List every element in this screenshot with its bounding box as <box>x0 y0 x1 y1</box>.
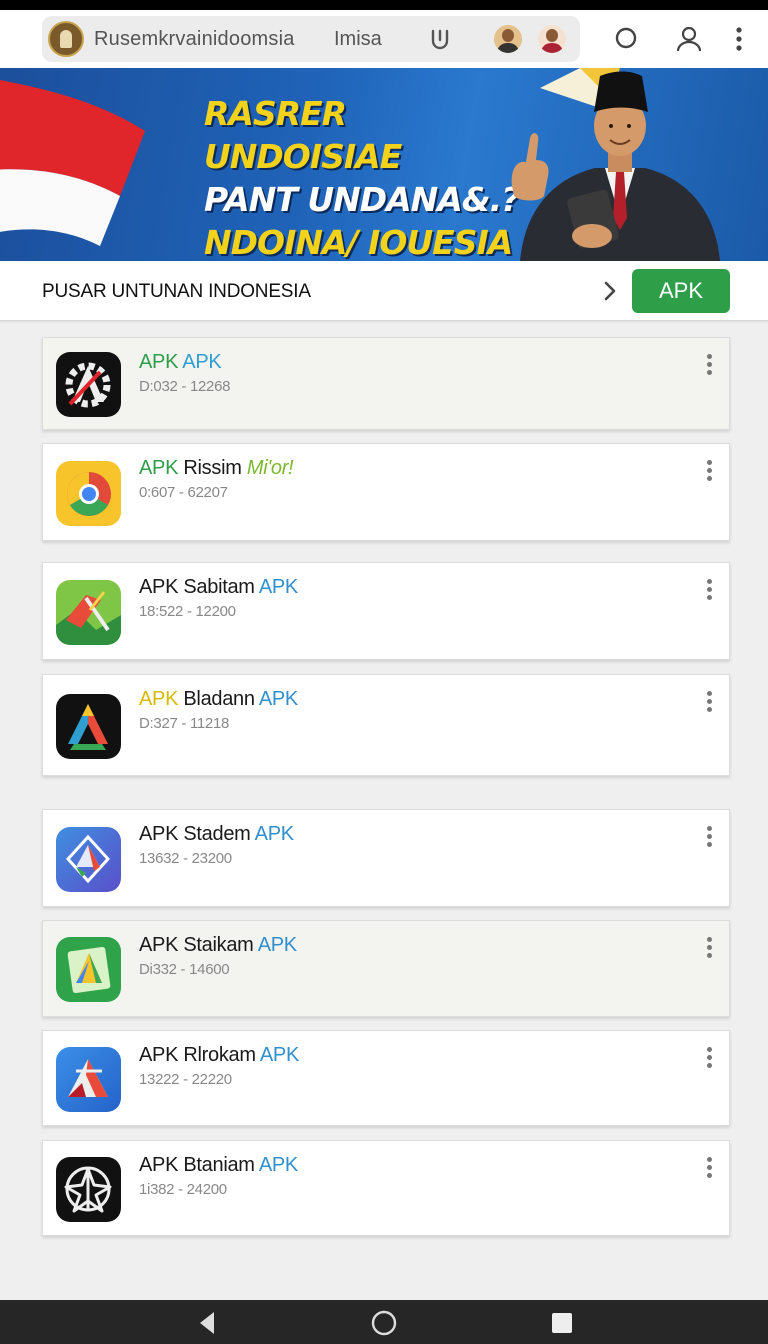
app-card[interactable]: APK Sabitam APK 18:522 - 12200 <box>42 562 730 660</box>
section-title: PUSAR UNTUNAN INDONESIA <box>42 281 311 302</box>
app-meta-text: Di332 - 14600 <box>139 961 230 978</box>
app-card[interactable]: APK Stadem APK 13632 - 23200 <box>42 809 730 907</box>
app-card[interactable]: APK Bladann APK D:327 - 11218 <box>42 674 730 776</box>
app-meta-text: 1i382 - 24200 <box>139 1181 227 1198</box>
app-name[interactable]: APK Rissim Mi'or! <box>139 457 294 480</box>
more-options-icon[interactable] <box>707 460 713 482</box>
browser-toolbar: Rusemkrvainidoomsia Imisa <box>0 10 768 68</box>
official-portrait-icon <box>511 71 720 261</box>
apk-download-button[interactable]: APK <box>632 269 730 313</box>
more-options-icon[interactable] <box>707 1047 713 1069</box>
url-suffix-text: Imisa <box>334 28 382 50</box>
app-meta-text: 13222 - 22220 <box>139 1071 232 1088</box>
reader-mode-icon[interactable] <box>427 26 453 52</box>
promo-banner[interactable]: RASRER UNDOISIAE PANT UNDANA&.? NDOINA/ … <box>0 68 768 261</box>
back-icon[interactable] <box>192 1308 222 1338</box>
app-meta-text: 13632 - 23200 <box>139 850 232 867</box>
drive-icon[interactable] <box>56 694 121 759</box>
green-drive-icon[interactable] <box>56 937 121 1002</box>
star-emblem-icon[interactable] <box>56 1157 121 1222</box>
more-options-icon[interactable] <box>707 826 713 848</box>
site-emblem-icon <box>48 21 84 57</box>
more-options-icon[interactable] <box>707 354 713 376</box>
app-card[interactable]: APK Btaniam APK 1i382 - 24200 <box>42 1140 730 1236</box>
app-meta-text: 18:522 - 12200 <box>139 603 236 620</box>
diamond-logo-icon[interactable] <box>56 827 121 892</box>
overflow-menu-icon[interactable] <box>725 24 753 54</box>
app-name[interactable]: APK Rlrokam APK <box>139 1044 299 1067</box>
app-card[interactable]: APK Rissim Mi'or! 0:607 - 62207 <box>42 443 730 541</box>
vector-gear-icon[interactable] <box>56 352 121 417</box>
system-nav-bar <box>0 1300 768 1344</box>
app-meta-text: 0:607 - 62207 <box>139 484 228 501</box>
profile-avatar[interactable] <box>494 25 522 53</box>
indonesia-flag-icon <box>0 79 145 246</box>
red-triangle-icon[interactable] <box>56 1047 121 1112</box>
app-name[interactable]: APK Stadem APK <box>139 823 294 846</box>
chevron-right-icon[interactable] <box>600 279 620 303</box>
chrome-icon[interactable] <box>56 461 121 526</box>
app-meta-text: D:032 - 12268 <box>139 378 231 395</box>
recents-icon[interactable] <box>547 1308 577 1338</box>
app-name[interactable]: APK Btaniam APK <box>139 1154 298 1177</box>
banner-headline: RASRER UNDOISIAE PANT UNDANA&.? NDOINA/ … <box>204 94 520 261</box>
app-name[interactable]: APK APK <box>139 351 222 374</box>
more-options-icon[interactable] <box>707 691 713 713</box>
app-meta-text: D:327 - 11218 <box>139 715 230 732</box>
maps-icon[interactable] <box>56 580 121 645</box>
status-bar <box>0 0 768 10</box>
home-icon[interactable] <box>369 1308 399 1338</box>
profile-avatar-secondary[interactable] <box>538 25 566 53</box>
section-header: PUSAR UNTUNAN INDONESIA APK <box>0 261 768 321</box>
more-options-icon[interactable] <box>707 937 713 959</box>
account-icon[interactable] <box>675 24 703 54</box>
app-name[interactable]: APK Staikam APK <box>139 934 297 957</box>
address-bar[interactable]: Rusemkrvainidoomsia Imisa <box>42 16 580 62</box>
more-options-icon[interactable] <box>707 1157 713 1179</box>
app-card[interactable]: APK APK D:032 - 12268 <box>42 337 730 430</box>
app-name[interactable]: APK Bladann APK <box>139 688 298 711</box>
app-name[interactable]: APK Sabitam APK <box>139 576 298 599</box>
app-card[interactable]: APK Staikam APK Di332 - 14600 <box>42 920 730 1017</box>
app-card[interactable]: APK Rlrokam APK 13222 - 22220 <box>42 1030 730 1126</box>
tab-switcher-icon[interactable] <box>612 24 640 54</box>
more-options-icon[interactable] <box>707 579 713 601</box>
url-text[interactable]: Rusemkrvainidoomsia <box>94 28 295 51</box>
